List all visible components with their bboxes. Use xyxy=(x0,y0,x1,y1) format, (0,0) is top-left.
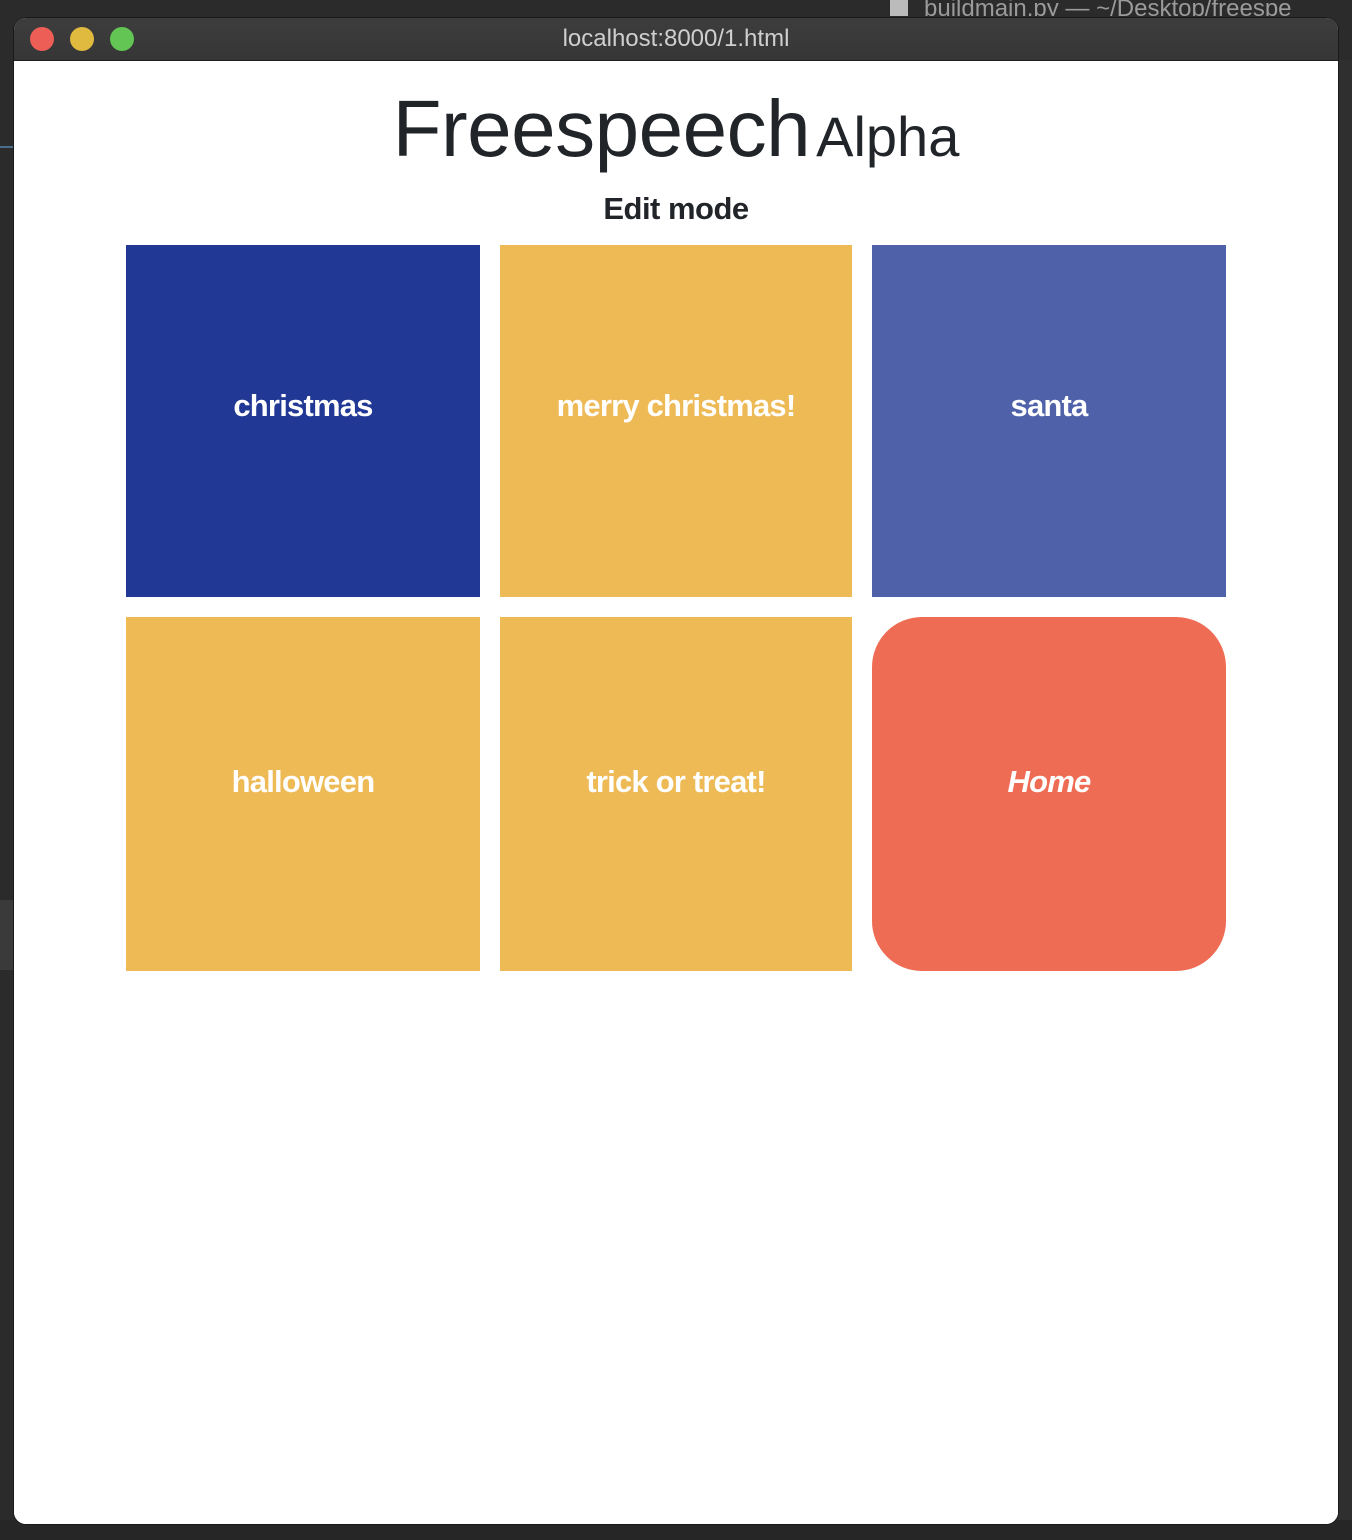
background-editor-divider xyxy=(0,146,14,148)
background-window-title-text: buildmain.py — ~/Desktop/freespe xyxy=(924,0,1292,16)
page-title: Freespeech xyxy=(392,84,811,173)
tile-label: santa xyxy=(1010,388,1089,423)
page-heading: Freespeech Alpha xyxy=(14,83,1338,175)
page-subtitle: Alpha xyxy=(816,105,960,168)
document-icon xyxy=(890,0,908,16)
window-title: localhost:8000/1.html xyxy=(562,25,790,52)
tile-label: halloween xyxy=(231,764,375,799)
edit-mode-label: Edit mode xyxy=(603,191,749,226)
home-button-label: Home xyxy=(1007,764,1092,799)
tile-label: trick or treat! xyxy=(586,764,766,799)
window-titlebar[interactable]: localhost:8000/1.html xyxy=(14,18,1338,61)
tile-halloween[interactable]: halloween xyxy=(126,617,480,971)
background-editor-panel xyxy=(0,900,14,970)
background-window-title: buildmain.py — ~/Desktop/freespe xyxy=(890,0,1352,16)
tile-label: christmas xyxy=(233,388,373,423)
tile-trick-or-treat[interactable]: trick or treat! xyxy=(500,617,852,971)
browser-window: localhost:8000/1.html Freespeech Alpha Ed… xyxy=(14,18,1338,1524)
tile-santa[interactable]: santa xyxy=(872,245,1226,597)
page-content: Freespeech Alpha Edit mode christmas merr… xyxy=(14,61,1338,1524)
tile-christmas[interactable]: christmas xyxy=(126,245,480,597)
home-button[interactable]: Home xyxy=(872,617,1226,971)
tile-label: merry christmas! xyxy=(556,388,797,423)
tile-merry-christmas[interactable]: merry christmas! xyxy=(500,245,852,597)
background-editor-edge xyxy=(1336,60,1352,1540)
